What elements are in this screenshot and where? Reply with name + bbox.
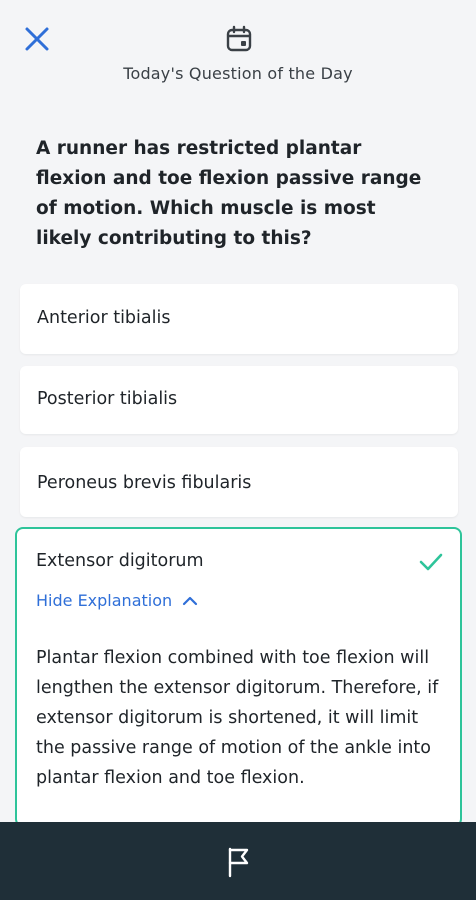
header: Today's Question of the Day <box>0 0 476 110</box>
question-text: A runner has restricted plantar flexion … <box>36 138 422 249</box>
flag-button[interactable] <box>222 844 256 880</box>
answer-option-label: Posterior tibialis <box>37 389 178 409</box>
answer-option-3[interactable]: Peroneus brevis fibularis <box>20 447 458 517</box>
explanation-text: Plantar flexion combined with toe flexio… <box>36 648 439 788</box>
answer-option-2[interactable]: Posterior tibialis <box>20 366 458 434</box>
page-title: Today's Question of the Day <box>123 64 353 83</box>
hide-explanation-label: Hide Explanation <box>36 591 173 610</box>
answer-option-4-selected[interactable]: Extensor digitorum Hide Explanation Plan… <box>15 527 462 827</box>
hide-explanation-toggle[interactable]: Hide Explanation <box>36 591 198 610</box>
answer-option-label: Extensor digitorum <box>36 551 204 571</box>
chevron-up-icon <box>183 596 198 605</box>
bottom-bar <box>0 822 476 900</box>
close-icon <box>25 27 49 51</box>
answer-option-label: Anterior tibialis <box>37 308 171 328</box>
checkmark-icon <box>419 553 443 571</box>
calendar-icon <box>226 25 252 52</box>
close-button[interactable] <box>20 22 54 56</box>
flag-icon <box>228 847 249 878</box>
answer-option-1[interactable]: Anterior tibialis <box>20 284 458 354</box>
answer-option-label: Peroneus brevis fibularis <box>37 473 252 493</box>
